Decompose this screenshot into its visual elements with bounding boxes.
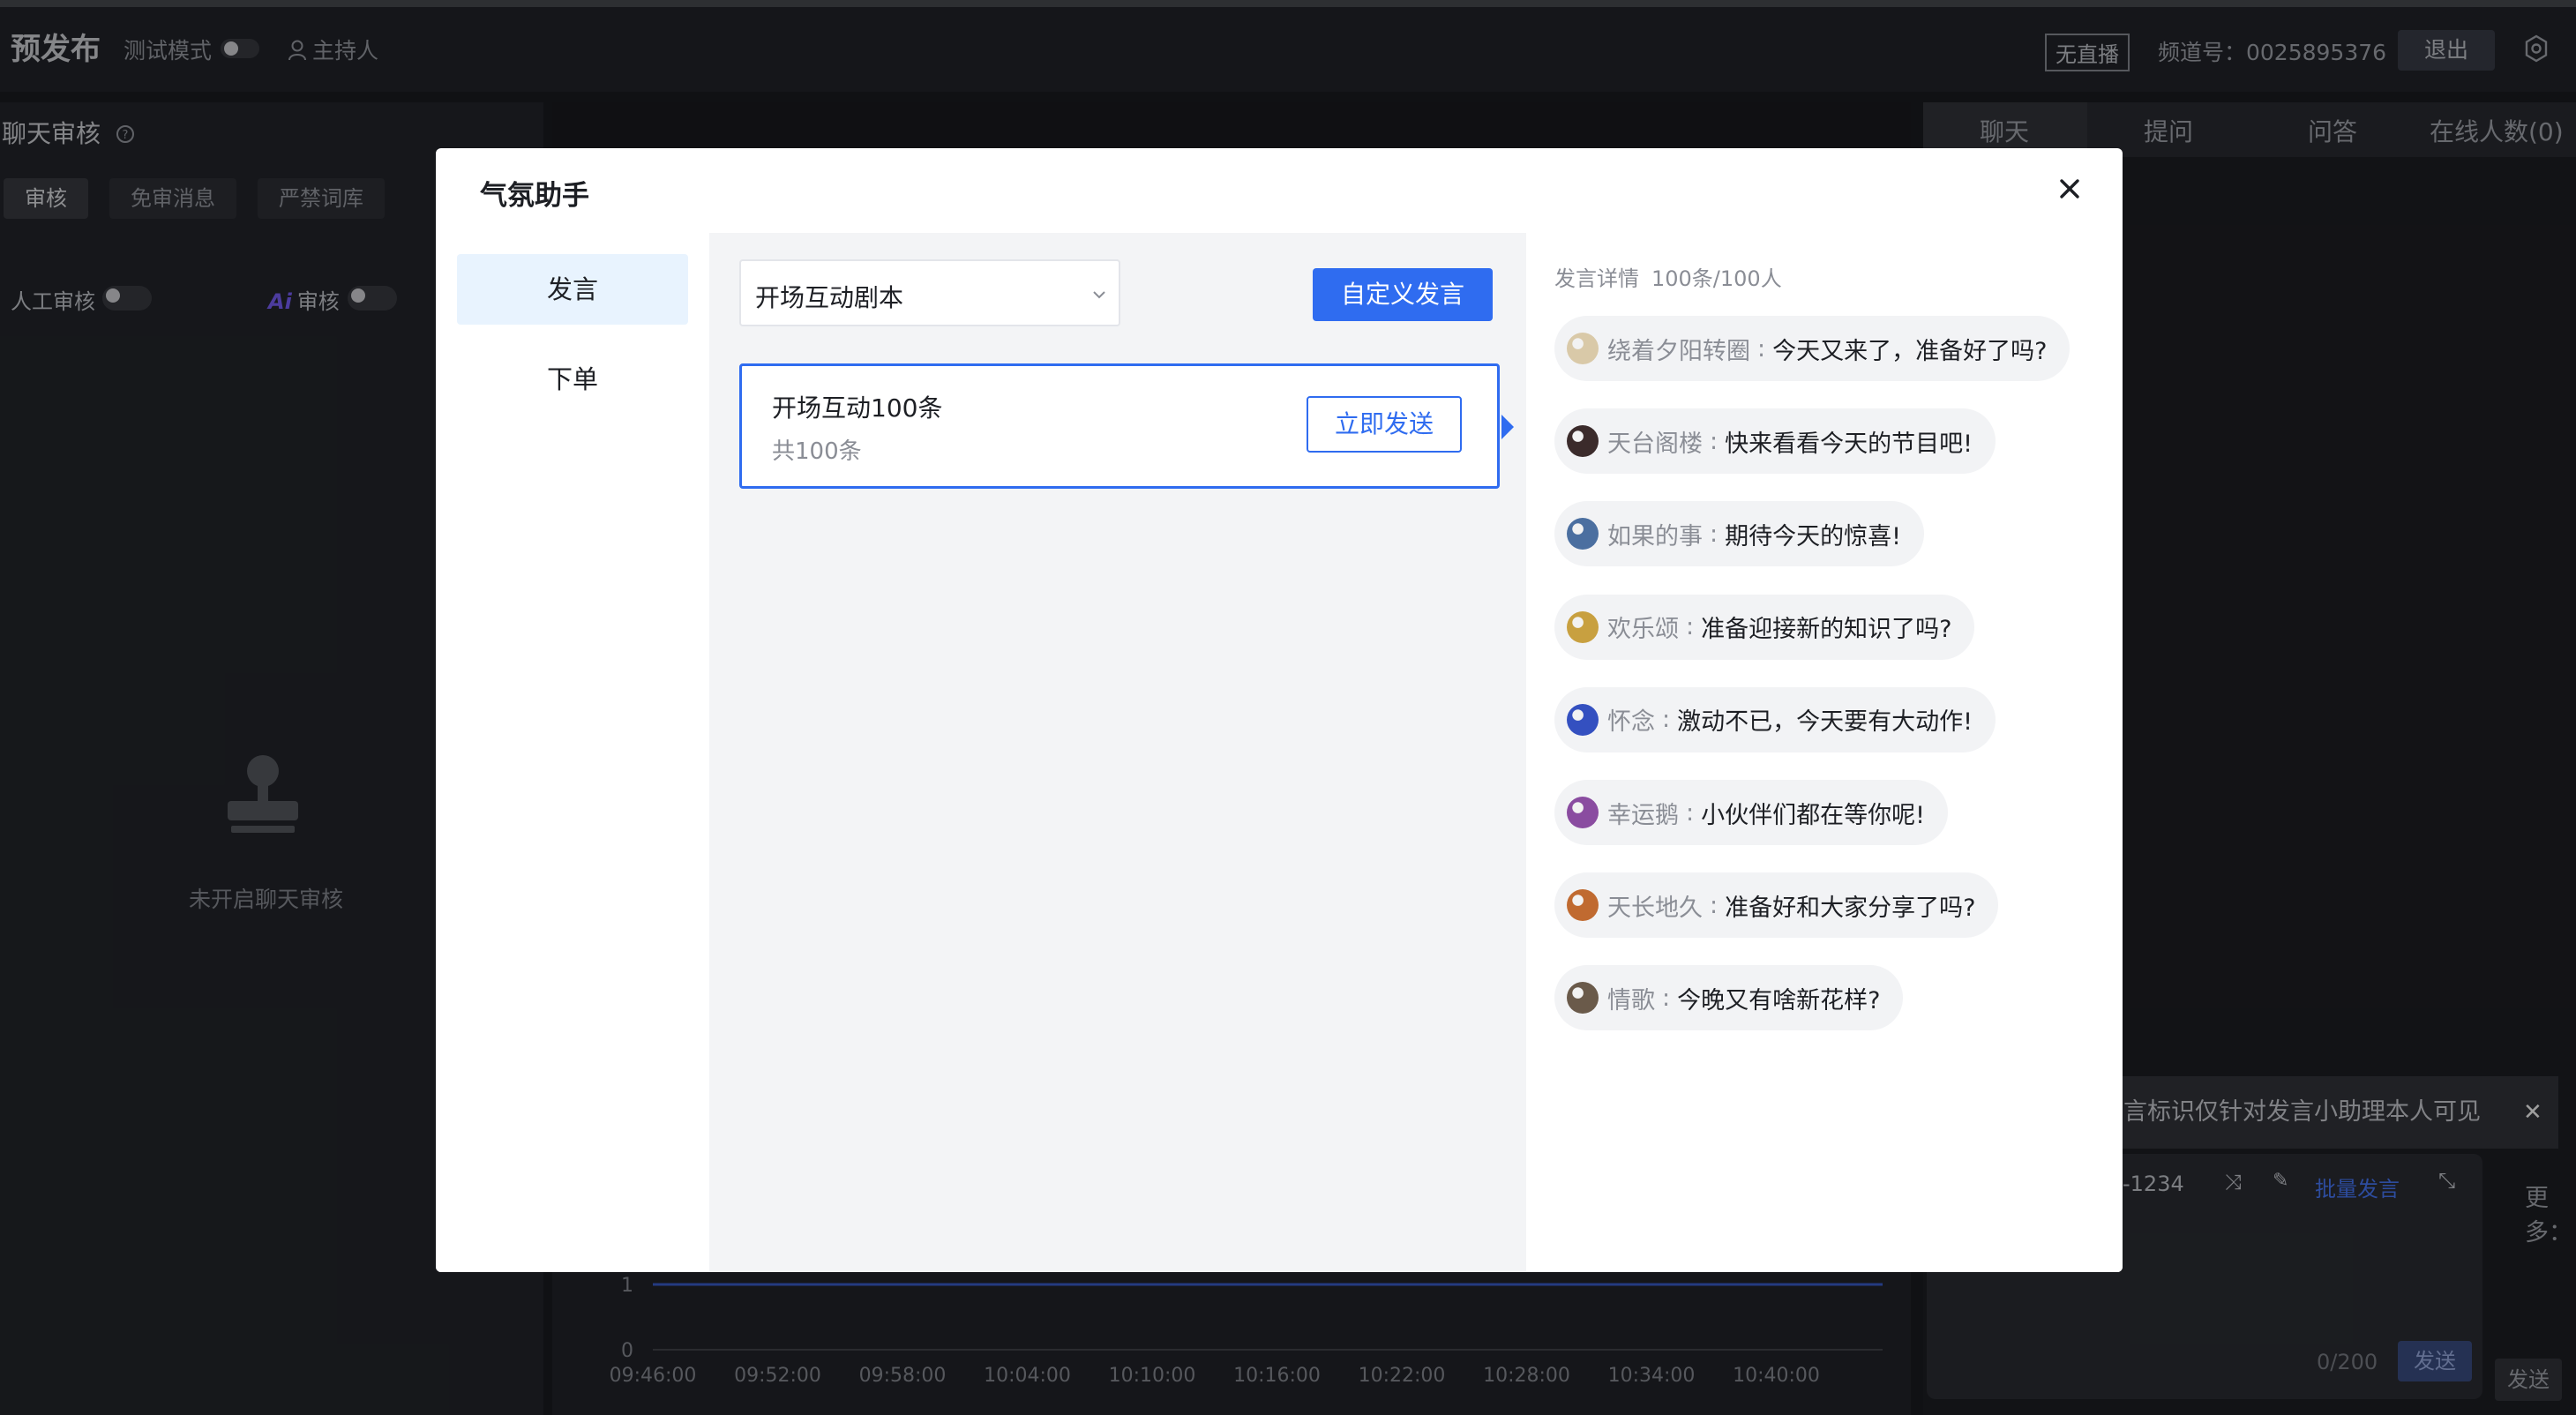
message-separator: : xyxy=(1662,984,1671,1012)
script-card-title: 开场互动100条 xyxy=(772,393,943,423)
speech-detail-header: 发言详情 100条/100人 xyxy=(1554,261,1782,292)
message-sender-name: 如果的事 xyxy=(1607,522,1703,550)
dialog-title: 气氛助手 xyxy=(480,180,589,212)
dialog-nav: 发言 下单 xyxy=(436,233,709,1272)
chat-message-item: 天台阁楼: 快来看看今天的节目吧! xyxy=(1554,408,1996,475)
atmosphere-assistant-dialog: 气氛助手 发言 下单 开场互动剧本 自定义发言 开场互动100条 共100条 立… xyxy=(436,148,2123,1272)
message-separator: : xyxy=(1710,520,1719,548)
speech-message-list[interactable]: 绕着夕阳转圈: 今天又来了，准备好了吗? 天台阁楼: 快来看看今天的节目吧! 如果的事:… xyxy=(1554,316,2119,1039)
message-text: 今晚又有啥新花样? xyxy=(1677,986,1881,1014)
message-separator: : xyxy=(1686,798,1695,827)
nav-item-speak[interactable]: 发言 xyxy=(457,254,688,325)
message-text: 激动不已，今天要有大动作! xyxy=(1677,708,1973,737)
chat-message-item: 幸运鹅: 小伙伴们都在等你呢! xyxy=(1554,780,1948,845)
avatar xyxy=(1567,610,1599,643)
script-select[interactable]: 开场互动剧本 xyxy=(739,259,1120,326)
chevron-down-icon xyxy=(1093,291,1105,299)
message-separator: : xyxy=(1662,706,1671,734)
message-separator: : xyxy=(1757,334,1766,363)
script-select-value: 开场互动剧本 xyxy=(755,283,904,312)
chat-message-item: 情歌: 今晚又有啥新花样? xyxy=(1554,965,1904,1031)
avatar xyxy=(1567,425,1599,458)
avatar xyxy=(1567,797,1599,828)
chat-message-item: 怀念: 激动不已，今天要有大动作! xyxy=(1554,686,1996,752)
nav-item-order[interactable]: 下单 xyxy=(457,344,688,415)
message-separator: : xyxy=(1710,427,1719,455)
speech-detail-column: 发言详情 100条/100人 绕着夕阳转圈: 今天又来了，准备好了吗? 天台阁楼: 快来… xyxy=(1526,233,2123,1272)
speech-detail-label: 发言详情 xyxy=(1554,266,1639,291)
message-text: 准备迎接新的知识了吗? xyxy=(1701,616,1952,644)
script-card[interactable]: 开场互动100条 共100条 立即发送 xyxy=(739,363,1500,489)
send-now-button[interactable]: 立即发送 xyxy=(1307,396,1462,453)
avatar xyxy=(1567,333,1599,364)
speech-detail-count: 100条/100人 xyxy=(1651,266,1782,291)
chat-message-item: 如果的事: 期待今天的惊喜! xyxy=(1554,501,1924,567)
message-sender-name: 情歌 xyxy=(1607,986,1655,1014)
message-sender-name: 天长地久 xyxy=(1607,894,1703,922)
selected-card-pointer xyxy=(1501,415,1514,439)
message-text: 快来看看今天的节目吧! xyxy=(1725,430,1973,458)
avatar xyxy=(1567,518,1599,550)
message-sender-name: 欢乐颂 xyxy=(1607,616,1679,644)
script-column: 开场互动剧本 自定义发言 开场互动100条 共100条 立即发送 xyxy=(709,233,1526,1272)
message-sender-name: 幸运鹅 xyxy=(1607,801,1679,829)
chat-message-item: 绕着夕阳转圈: 今天又来了，准备好了吗? xyxy=(1554,316,2071,381)
custom-speech-button[interactable]: 自定义发言 xyxy=(1313,268,1493,321)
message-separator: : xyxy=(1686,613,1695,641)
message-text: 期待今天的惊喜! xyxy=(1725,522,1901,550)
chat-message-item: 欢乐颂: 准备迎接新的知识了吗? xyxy=(1554,594,1975,660)
message-text: 今天又来了，准备好了吗? xyxy=(1772,337,2048,365)
chat-message-item: 天长地久: 准备好和大家分享了吗? xyxy=(1554,872,1999,939)
message-sender-name: 绕着夕阳转圈 xyxy=(1607,337,1750,365)
script-card-count: 共100条 xyxy=(772,438,862,465)
message-sender-name: 怀念 xyxy=(1607,708,1655,737)
message-sender-name: 天台阁楼 xyxy=(1607,430,1703,458)
avatar xyxy=(1567,703,1599,736)
close-icon[interactable] xyxy=(2052,171,2087,206)
message-text: 准备好和大家分享了吗? xyxy=(1725,894,1976,922)
avatar xyxy=(1567,982,1599,1014)
message-text: 小伙伴们都在等你呢! xyxy=(1701,801,1925,829)
avatar xyxy=(1567,889,1599,922)
message-separator: : xyxy=(1710,891,1719,919)
